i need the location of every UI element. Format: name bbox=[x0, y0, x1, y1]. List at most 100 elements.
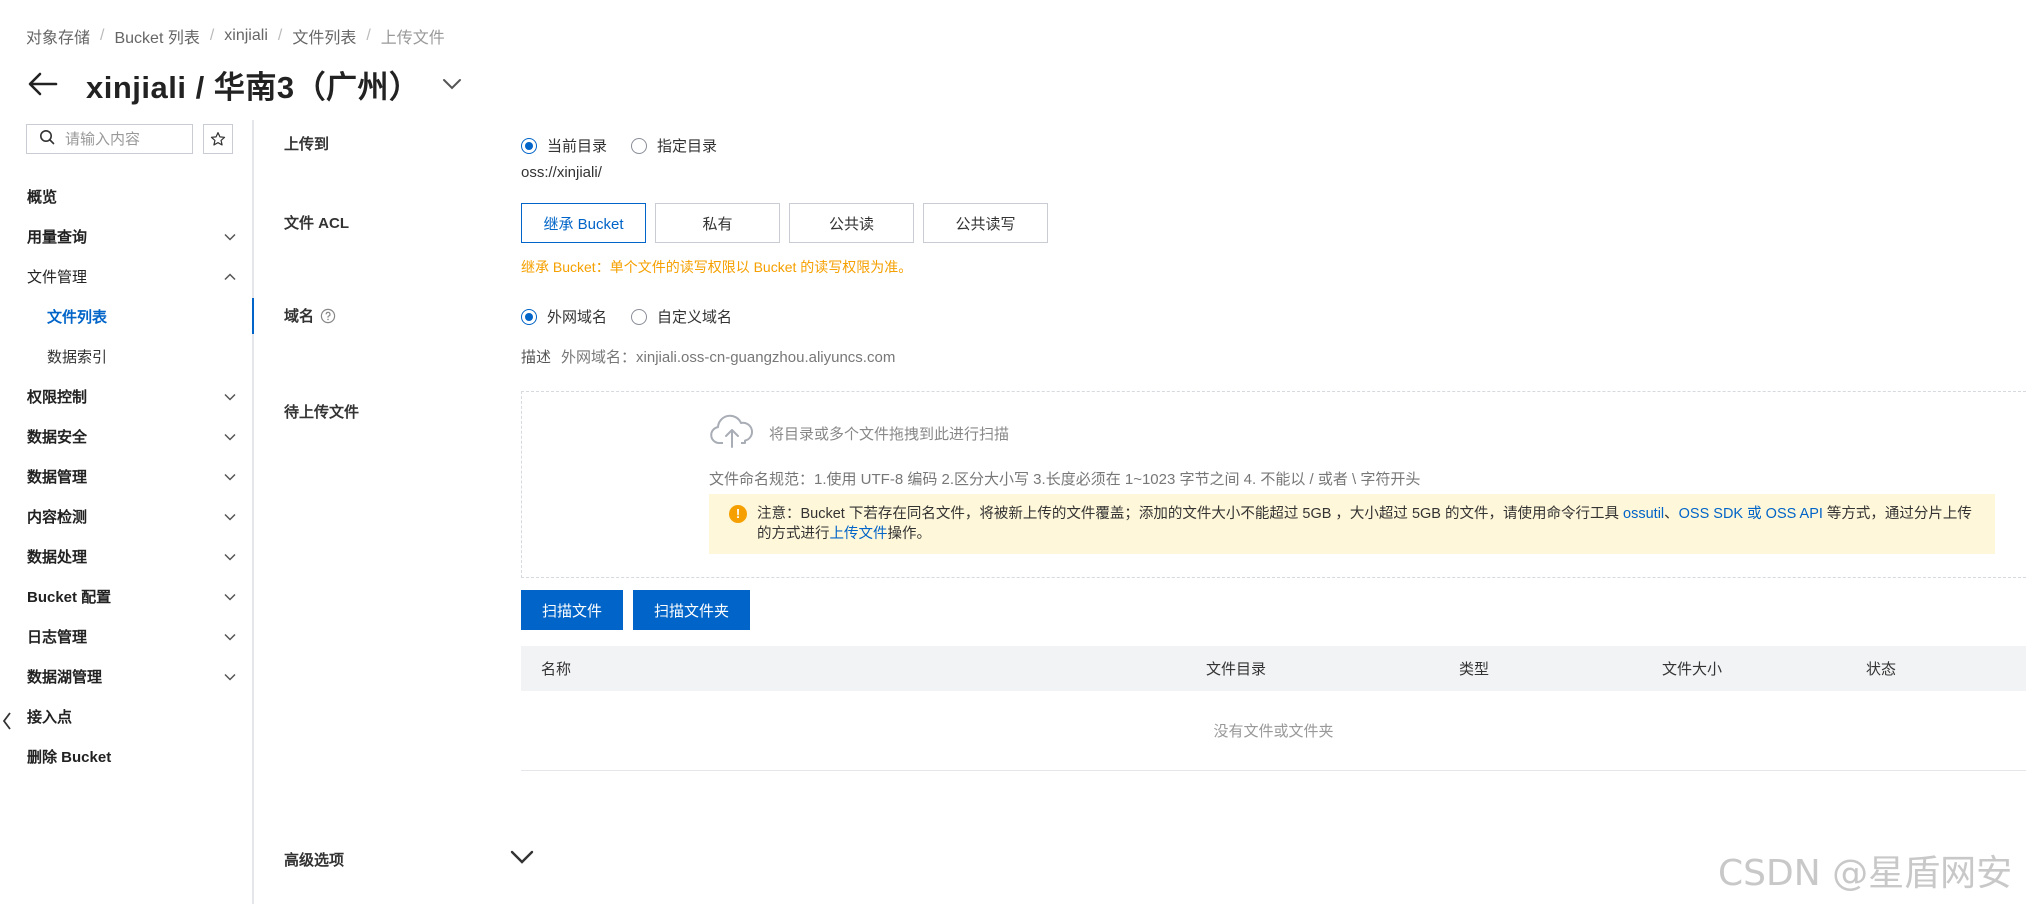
sidebar-item-file-list[interactable]: 文件列表 bbox=[0, 296, 254, 336]
file-drop-zone[interactable]: 将目录或多个文件拖拽到此进行扫描 文件命名规范：1.使用 UTF-8 编码 2.… bbox=[521, 391, 2026, 578]
sidebar-item-label: 数据安全 bbox=[27, 428, 88, 446]
chevron-down-icon bbox=[224, 228, 236, 245]
back-arrow-icon[interactable] bbox=[26, 67, 60, 101]
sidebar-item-label: 数据处理 bbox=[27, 548, 88, 566]
breadcrumb-separator: / bbox=[277, 27, 283, 44]
domain-label-row: 域名 bbox=[284, 305, 336, 326]
warning-sep: 、 bbox=[1664, 506, 1679, 522]
pending-files-label: 待上传文件 bbox=[284, 404, 360, 421]
warning-text-suffix: 操作。 bbox=[887, 526, 932, 542]
help-icon[interactable] bbox=[320, 308, 336, 324]
breadcrumb-separator: / bbox=[366, 27, 371, 44]
file-table: 名称 文件目录 类型 文件大小 状态 没有文件或文件夹 bbox=[521, 646, 2026, 771]
chevron-down-icon[interactable] bbox=[507, 845, 537, 869]
sidebar-item-overview[interactable]: 概览 bbox=[0, 176, 252, 216]
sidebar-item-label: 概览 bbox=[27, 188, 58, 206]
acl-private-button[interactable]: 私有 bbox=[655, 203, 780, 243]
chevron-down-icon bbox=[224, 428, 236, 445]
title-row: xinjiali / 华南3（广州） bbox=[26, 62, 465, 106]
sidebar-item-data-processing[interactable]: 数据处理 bbox=[0, 536, 252, 576]
advanced-options-label: 高级选项 bbox=[284, 852, 345, 869]
chevron-down-icon bbox=[224, 548, 236, 565]
chevron-down-icon bbox=[224, 588, 236, 605]
sidebar-item-data-lake[interactable]: 数据湖管理 bbox=[0, 656, 252, 696]
radio-specified-directory[interactable]: 指定目录 bbox=[631, 135, 717, 156]
sidebar-item-usage[interactable]: 用量查询 bbox=[0, 216, 252, 256]
upload-to-label: 上传到 bbox=[284, 136, 330, 153]
sidebar-item-access-point[interactable]: 接入点 bbox=[0, 696, 252, 736]
sidebar: 概览 用量查询 文件管理 文件列表 数据索引 权限控制 数据安全 数据管理 内容… bbox=[0, 120, 254, 904]
radio-label: 当前目录 bbox=[547, 138, 608, 155]
domain-radio-group: 外网域名 自定义域名 bbox=[521, 306, 756, 327]
radio-public-domain[interactable]: 外网域名 bbox=[521, 306, 607, 327]
radio-label: 自定义域名 bbox=[657, 309, 733, 326]
upload-file-link[interactable]: 上传文件 bbox=[830, 526, 888, 542]
scan-button-row: 扫描文件 扫描文件夹 bbox=[521, 590, 760, 630]
sidebar-item-delete-bucket[interactable]: 删除 Bucket bbox=[0, 736, 252, 776]
oss-api-link[interactable]: OSS API bbox=[1766, 506, 1823, 522]
sidebar-item-label: 接入点 bbox=[27, 708, 73, 726]
search-icon bbox=[39, 129, 55, 150]
scan-files-button[interactable]: 扫描文件 bbox=[521, 590, 623, 630]
warning-box: ! 注意：Bucket 下若存在同名文件，将被新上传的文件覆盖；添加的文件大小不… bbox=[709, 494, 1995, 554]
column-header-size[interactable]: 文件大小 bbox=[1662, 658, 1722, 679]
radio-unchecked-icon bbox=[631, 308, 648, 325]
sidebar-search-input[interactable] bbox=[65, 130, 175, 148]
region-dropdown-chevron-icon[interactable] bbox=[439, 71, 465, 97]
sidebar-search-row bbox=[26, 124, 233, 154]
chevron-down-icon bbox=[224, 468, 236, 485]
sidebar-collapse-chevron-icon[interactable] bbox=[0, 706, 14, 736]
domain-description-value: 外网域名：xinjiali.oss-cn-guangzhou.aliyuncs.… bbox=[561, 349, 896, 366]
sidebar-item-log-management[interactable]: 日志管理 bbox=[0, 616, 252, 656]
column-header-status[interactable]: 状态 bbox=[1866, 658, 1896, 679]
sidebar-item-label: 内容检测 bbox=[27, 508, 88, 526]
sidebar-item-content-detection[interactable]: 内容检测 bbox=[0, 496, 252, 536]
sidebar-item-label: 数据索引 bbox=[47, 348, 108, 366]
breadcrumb-file-list[interactable]: 文件列表 bbox=[292, 24, 356, 48]
breadcrumb-separator: / bbox=[209, 27, 215, 44]
radio-custom-domain[interactable]: 自定义域名 bbox=[631, 306, 732, 327]
radio-label: 指定目录 bbox=[657, 138, 718, 155]
sidebar-item-data-management[interactable]: 数据管理 bbox=[0, 456, 252, 496]
sidebar-item-file-management[interactable]: 文件管理 bbox=[0, 256, 252, 296]
scan-folder-button[interactable]: 扫描文件夹 bbox=[633, 590, 750, 630]
drop-hint-text: 将目录或多个文件拖拽到此进行扫描 bbox=[769, 425, 1010, 443]
breadcrumb-object-storage[interactable]: 对象存储 bbox=[26, 24, 90, 48]
star-icon[interactable] bbox=[203, 124, 233, 154]
sidebar-item-data-security[interactable]: 数据安全 bbox=[0, 416, 252, 456]
sidebar-item-access-control[interactable]: 权限控制 bbox=[0, 376, 252, 416]
chevron-down-icon bbox=[224, 668, 236, 685]
sidebar-search-box[interactable] bbox=[26, 124, 193, 154]
chevron-up-icon bbox=[224, 268, 236, 285]
sidebar-menu: 概览 用量查询 文件管理 文件列表 数据索引 权限控制 数据安全 数据管理 内容… bbox=[0, 176, 254, 776]
acl-public-read-write-button[interactable]: 公共读写 bbox=[923, 203, 1048, 243]
column-header-name[interactable]: 名称 bbox=[541, 658, 571, 679]
radio-unchecked-icon bbox=[631, 137, 648, 154]
sidebar-item-label: Bucket 配置 bbox=[27, 588, 112, 606]
oss-sdk-link[interactable]: OSS SDK bbox=[1679, 506, 1743, 522]
upload-to-radio-group: 当前目录 指定目录 bbox=[521, 135, 741, 156]
radio-checked-icon bbox=[521, 308, 537, 325]
ossutil-link[interactable]: ossutil bbox=[1623, 506, 1664, 522]
radio-current-directory[interactable]: 当前目录 bbox=[521, 135, 607, 156]
breadcrumb-bucket[interactable]: xinjiali bbox=[224, 27, 268, 45]
watermark: CSDN @星盾网安 bbox=[1718, 853, 2013, 894]
domain-label: 域名 bbox=[284, 308, 315, 325]
chevron-down-icon bbox=[224, 628, 236, 645]
column-header-type[interactable]: 类型 bbox=[1459, 658, 1489, 679]
sidebar-item-bucket-config[interactable]: Bucket 配置 bbox=[0, 576, 252, 616]
breadcrumb-bucket-list[interactable]: Bucket 列表 bbox=[114, 24, 199, 48]
drop-hint: 将目录或多个文件拖拽到此进行扫描 bbox=[709, 414, 1009, 452]
sidebar-item-data-index[interactable]: 数据索引 bbox=[0, 336, 252, 376]
domain-description: 描述 外网域名：xinjiali.oss-cn-guangzhou.aliyun… bbox=[521, 346, 895, 367]
breadcrumb-current: 上传文件 bbox=[380, 30, 445, 47]
acl-public-read-button[interactable]: 公共读 bbox=[789, 203, 914, 243]
table-empty-message: 没有文件或文件夹 bbox=[521, 691, 2026, 771]
domain-description-label: 描述 bbox=[521, 349, 552, 366]
column-header-directory[interactable]: 文件目录 bbox=[1206, 658, 1266, 679]
acl-inherit-bucket-button[interactable]: 继承 Bucket bbox=[521, 203, 646, 243]
table-header: 名称 文件目录 类型 文件大小 状态 bbox=[521, 646, 2026, 691]
acl-note: 继承 Bucket：单个文件的读写权限以 Bucket 的读写权限为准。 bbox=[521, 259, 913, 275]
chevron-down-icon bbox=[224, 508, 236, 525]
sidebar-item-label: 数据管理 bbox=[27, 468, 88, 486]
